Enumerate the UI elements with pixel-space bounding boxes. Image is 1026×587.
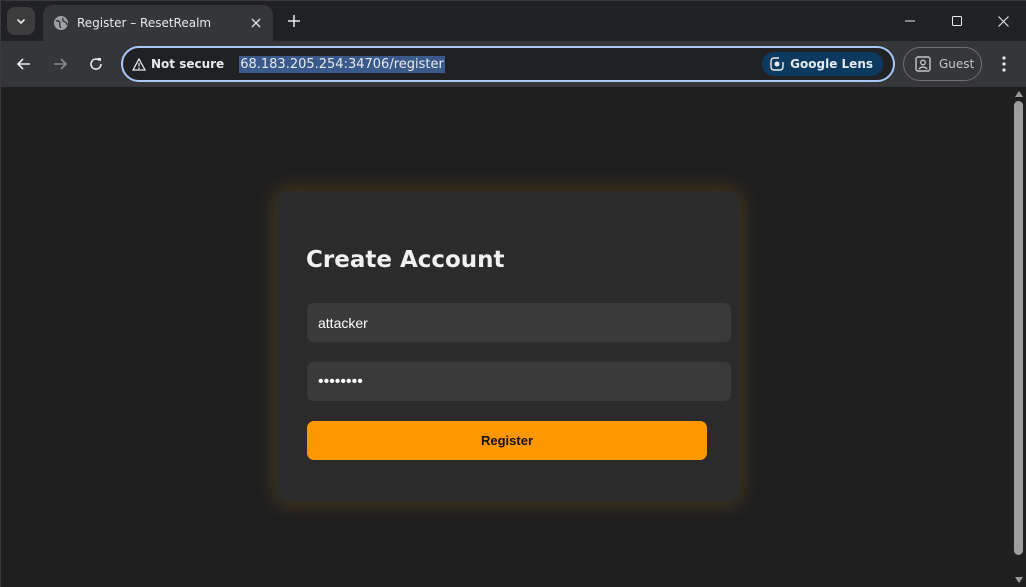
tab-search-button[interactable] bbox=[7, 7, 35, 35]
password-input[interactable]: •••••••• bbox=[307, 362, 731, 401]
page-scrollbar[interactable] bbox=[1011, 87, 1026, 587]
tab-title: Register – ResetRealm bbox=[77, 16, 212, 30]
chevron-down-icon bbox=[16, 18, 26, 25]
url-text[interactable]: 68.183.205.254:34706/register bbox=[239, 55, 445, 73]
scroll-down-arrow-icon[interactable] bbox=[1015, 577, 1023, 583]
security-indicator[interactable]: Not secure bbox=[132, 57, 224, 71]
forward-button[interactable] bbox=[46, 50, 74, 78]
address-bar[interactable]: Not secure 68.183.205.254:34706/register… bbox=[121, 46, 895, 82]
tab-strip: Register – ResetRealm bbox=[1, 1, 1026, 41]
register-button[interactable]: Register bbox=[307, 421, 707, 460]
browser-menu-button[interactable] bbox=[992, 50, 1016, 78]
tab-register[interactable]: Register – ResetRealm bbox=[43, 5, 273, 41]
maximize-icon bbox=[952, 16, 962, 26]
more-vertical-icon bbox=[1002, 56, 1006, 72]
maximize-button[interactable] bbox=[934, 1, 980, 41]
minimize-icon bbox=[905, 20, 915, 22]
close-icon bbox=[997, 15, 1009, 27]
warning-icon bbox=[132, 57, 146, 71]
profile-button[interactable]: Guest bbox=[903, 47, 982, 81]
google-lens-label: Google Lens bbox=[790, 57, 873, 71]
scroll-thumb[interactable] bbox=[1014, 101, 1023, 555]
scroll-up-arrow-icon[interactable] bbox=[1015, 91, 1023, 97]
security-label: Not secure bbox=[151, 57, 225, 71]
username-input[interactable]: attacker bbox=[307, 303, 731, 342]
register-card: Create Account attacker •••••••• Registe… bbox=[277, 191, 739, 501]
lens-icon bbox=[770, 57, 785, 71]
browser-toolbar: Not secure 68.183.205.254:34706/register… bbox=[1, 41, 1026, 87]
google-lens-button[interactable]: Google Lens bbox=[762, 52, 883, 76]
page-title: Create Account bbox=[306, 247, 505, 273]
arrow-left-icon bbox=[16, 58, 30, 70]
browser-window: Register – ResetRealm Not secure 68.183.… bbox=[0, 0, 1026, 587]
page-viewport: Create Account attacker •••••••• Registe… bbox=[1, 87, 1011, 587]
new-tab-button[interactable] bbox=[283, 10, 305, 32]
plus-icon bbox=[288, 15, 300, 27]
arrow-right-icon bbox=[54, 58, 68, 70]
reload-button[interactable] bbox=[82, 50, 110, 78]
profile-icon bbox=[915, 56, 931, 72]
profile-label: Guest bbox=[939, 57, 975, 71]
reload-icon bbox=[90, 58, 102, 70]
globe-icon bbox=[53, 15, 69, 31]
close-window-button[interactable] bbox=[980, 1, 1026, 41]
back-button[interactable] bbox=[10, 50, 38, 78]
close-tab-icon[interactable] bbox=[247, 14, 265, 32]
minimize-button[interactable] bbox=[887, 1, 933, 41]
